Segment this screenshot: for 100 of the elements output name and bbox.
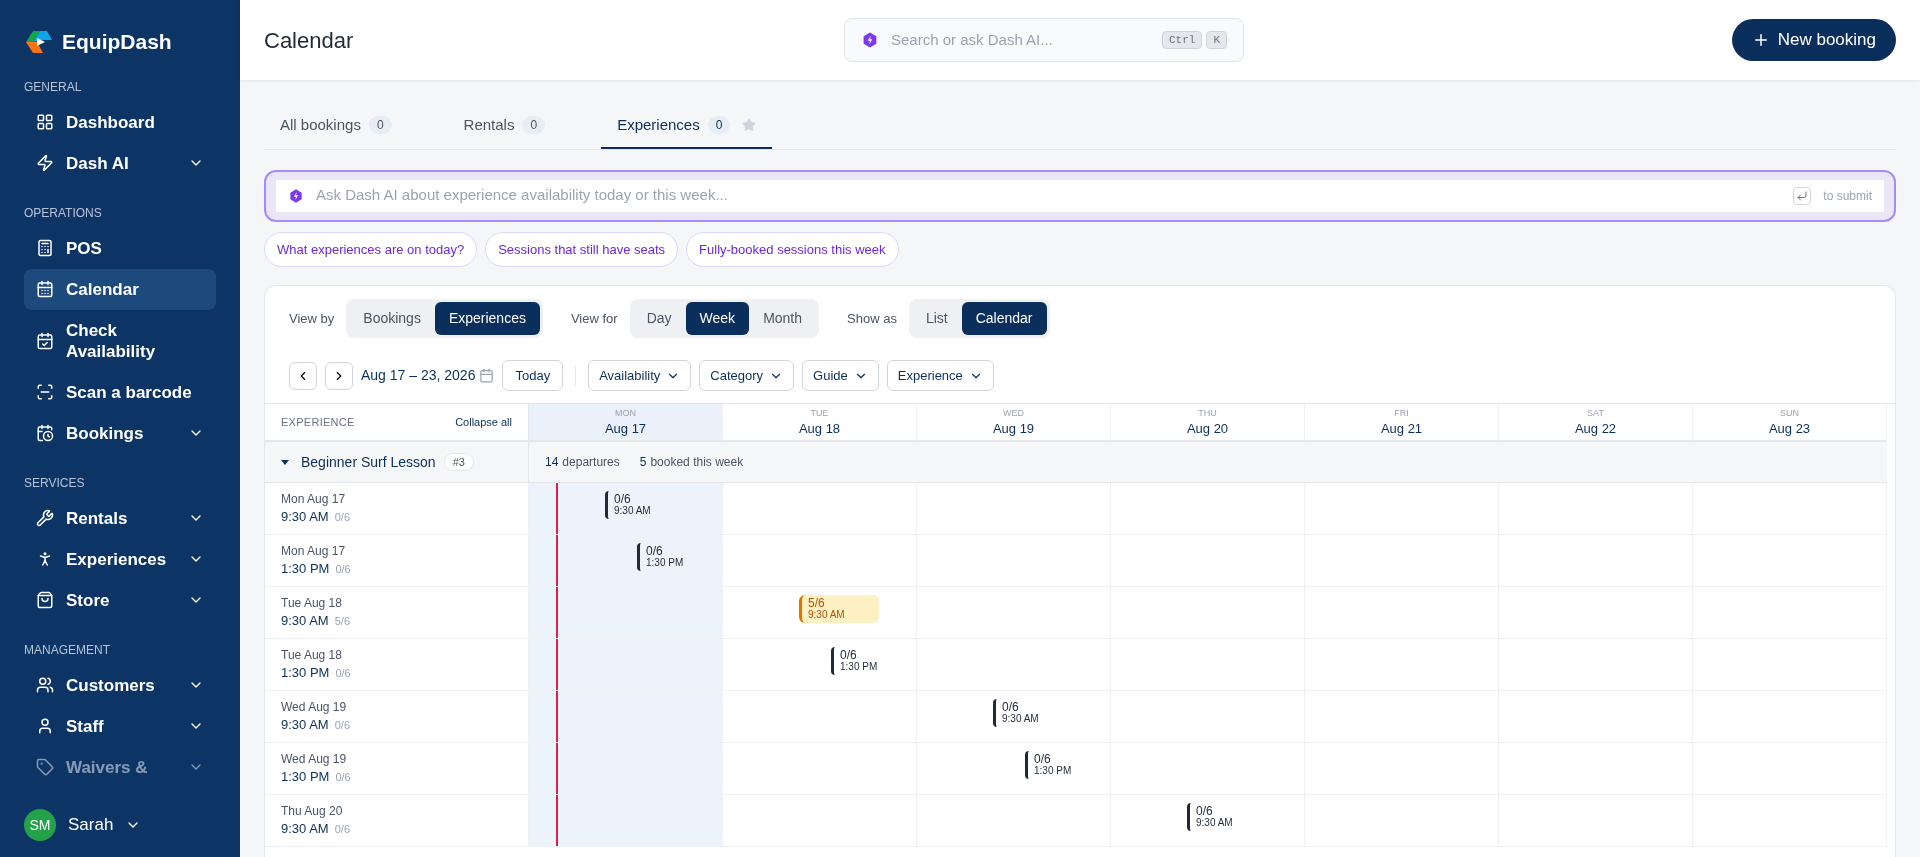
grid-icon — [36, 113, 54, 131]
sidebar-label: Customers — [66, 674, 156, 696]
segment-option[interactable]: Bookings — [349, 302, 435, 335]
filter-dropdown[interactable]: Experience — [886, 360, 994, 391]
session-time: 1:30 PM — [281, 559, 330, 578]
segment-option[interactable]: Day — [632, 302, 686, 335]
event-time: 1:30 PM — [840, 661, 878, 673]
segment-option[interactable]: Calendar — [961, 302, 1047, 335]
brand-name: EquipDash — [62, 29, 172, 55]
sidebar-item[interactable]: Calendar — [24, 268, 216, 310]
sidebar-label: Scan a barcode — [66, 381, 193, 403]
next-button[interactable] — [325, 361, 353, 390]
session-time: 9:30 AM — [281, 819, 329, 838]
count-badge: 0 — [368, 116, 392, 135]
suggestion-chip[interactable]: What experiences are on today? — [264, 231, 478, 267]
event-seats: 5/6 — [808, 597, 873, 609]
submit-hint: to submit — [1823, 187, 1872, 205]
ai-hexagon-icon — [288, 187, 304, 204]
session-event[interactable]: 0/6 9:30 AM — [605, 491, 657, 519]
key-hint: Ctrl — [1162, 30, 1203, 50]
segment-option[interactable]: Experiences — [434, 302, 540, 335]
booked-label: booked this week — [650, 454, 744, 471]
day-date: Aug 22 — [1574, 420, 1617, 437]
session-time: 9:30 AM — [281, 715, 329, 734]
toggle-label: View for — [570, 309, 618, 328]
sidebar-label: Experiences — [66, 548, 168, 570]
sidebar-item[interactable]: Rentals — [24, 497, 216, 539]
sidebar-label: Bookings — [66, 422, 145, 444]
sidebar-label: Rentals — [66, 507, 129, 529]
weekday-label: SAT — [1587, 407, 1604, 421]
ai-prompt-input[interactable]: Ask Dash AI about experience availability today or this week... — [316, 184, 1782, 207]
day-date: Aug 21 — [1380, 420, 1423, 437]
sidebar-label: Store — [66, 589, 111, 611]
segment-option[interactable]: Week — [685, 302, 750, 335]
previous-button[interactable] — [289, 361, 317, 390]
sidebar-item[interactable]: Scan a barcode — [24, 371, 216, 413]
section-heading: GENERAL — [24, 78, 83, 96]
weekday-label: TUE — [810, 407, 829, 421]
collapse-all-link[interactable]: Collapse all — [455, 413, 512, 431]
session-seats: 0/6 — [335, 768, 351, 786]
sidebar-item[interactable]: Store — [24, 579, 216, 621]
today-button[interactable]: Today — [502, 360, 564, 391]
lightning-icon — [36, 154, 54, 172]
sidebar-item[interactable]: POS — [24, 227, 216, 269]
wrench-icon — [36, 509, 54, 527]
event-time: 9:30 AM — [808, 609, 846, 621]
caret-icon[interactable] — [281, 459, 289, 465]
session-time: 1:30 PM — [281, 663, 330, 682]
sidebar-label: Dashboard — [66, 111, 156, 133]
segment-option[interactable]: Month — [749, 302, 817, 335]
sidebar-label: Waivers & — [66, 756, 149, 778]
search-input[interactable]: Search or ask Dash AI... — [891, 28, 1150, 52]
session-event[interactable]: 5/6 9:30 AM — [799, 595, 879, 623]
tab-label: All bookings — [280, 115, 361, 135]
filter-dropdown[interactable]: Availability — [588, 360, 692, 391]
date-range: Aug 17 – 23, 2026 — [361, 366, 476, 385]
sidebar-label: Check Availability — [66, 319, 157, 362]
sidebar-item[interactable]: Check Availability — [24, 309, 216, 372]
user-menu[interactable]: SM Sarah — [24, 809, 216, 841]
sidebar-label: POS — [66, 237, 103, 259]
count-badge: 0 — [707, 116, 731, 135]
sidebar-item[interactable]: Dashboard — [24, 101, 216, 143]
weekday-label: SUN — [1780, 407, 1799, 421]
event-seats: 0/6 — [614, 493, 651, 505]
search-field[interactable]: Search or ask Dash AI... Ctrl K — [844, 18, 1244, 62]
session-seats: 0/6 — [334, 820, 350, 838]
star-icon — [742, 118, 757, 133]
tab-label: Experiences — [617, 115, 700, 135]
sidebar-item[interactable]: Experiences — [24, 538, 216, 580]
event-time: 9:30 AM — [1002, 713, 1039, 725]
session-date: Tue Aug 18 — [281, 594, 343, 611]
filter-dropdown[interactable]: Guide — [802, 360, 879, 391]
session-event[interactable]: 0/6 1:30 PM — [1025, 751, 1078, 779]
column-heading: EXPERIENCE — [281, 414, 355, 430]
segment-option[interactable]: List — [911, 302, 962, 335]
user-icon — [36, 717, 54, 735]
sidebar-item[interactable]: Customers — [24, 664, 216, 706]
sidebar-item[interactable]: Bookings — [24, 412, 216, 454]
tab[interactable]: Experiences 0 — [601, 110, 773, 149]
weekday-label: THU — [1198, 407, 1217, 421]
users-icon — [36, 676, 54, 694]
toggle-label: Show as — [847, 309, 897, 328]
filter-dropdown[interactable]: Category — [699, 360, 795, 391]
new-booking-button[interactable]: New booking — [1731, 19, 1896, 61]
session-event[interactable]: 0/6 9:30 AM — [1187, 803, 1239, 831]
session-event[interactable]: 0/6 1:30 PM — [637, 543, 690, 571]
session-date: Mon Aug 17 — [281, 490, 347, 507]
calendar-icon[interactable] — [479, 368, 495, 383]
count-badge: 0 — [522, 116, 546, 135]
tab[interactable]: All bookings 0 — [264, 110, 408, 149]
sidebar-item[interactable]: Staff — [24, 705, 216, 747]
tab[interactable]: Rentals 0 — [447, 110, 562, 149]
session-event[interactable]: 0/6 9:30 AM — [993, 699, 1045, 727]
session-date: Tue Aug 18 — [281, 646, 343, 663]
sidebar-item[interactable]: Dash AI — [24, 142, 216, 184]
calendar-check-icon — [36, 331, 54, 350]
session-event[interactable]: 0/6 1:30 PM — [831, 647, 884, 675]
session-date: Wed Aug 19 — [281, 698, 348, 715]
suggestion-chip[interactable]: Sessions that still have seats — [485, 231, 679, 267]
suggestion-chip[interactable]: Fully-booked sessions this week — [686, 231, 899, 267]
